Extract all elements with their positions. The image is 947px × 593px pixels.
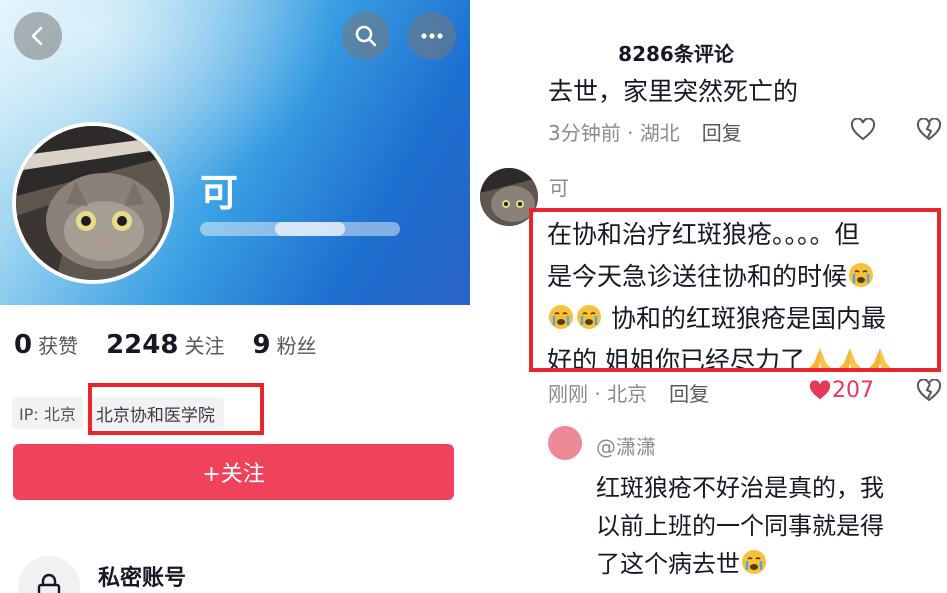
stat-likes-label: 获赞 [38,334,79,358]
stat-followers-count: 9 [252,330,271,360]
stat-following-label: 关注 [184,334,225,358]
reply-user-avatar[interactable] [548,426,582,460]
search-button[interactable] [342,12,390,60]
private-account-title: 私密账号 [98,566,187,591]
cat-avatar-image [16,126,170,280]
reply-comment-line-3: 了这个病去世 [596,550,740,578]
back-button[interactable] [14,12,62,60]
prev-comment-dislike-button[interactable] [916,117,942,146]
highlight-box-school [88,383,264,435]
more-dots-icon [421,33,443,39]
profile-name: 可 [200,171,239,215]
dislike-heart-icon [916,117,942,141]
stat-likes-count: 0 [14,330,33,360]
highlight-box-comment [529,208,941,372]
heart-icon [809,379,831,399]
dislike-heart-icon [916,378,942,402]
reply-comment-line-3-wrap: 了这个病去世 [596,545,936,583]
prev-comment-time: 3分钟前 · 湖北 [548,121,680,145]
reply-user-name[interactable]: @潇潇 [596,431,656,460]
heart-icon [850,117,876,141]
commenter-name[interactable]: 可 [549,172,569,201]
profile-stats: 0 获赞 2248 关注 9 粉丝 [14,330,345,360]
main-comment-time: 刚刚 · 北京 [548,382,648,406]
search-icon [355,25,377,47]
reply-comment-line-2: 以前上班的一个同事就是得 [596,512,884,540]
profile-avatar[interactable] [12,122,174,284]
profile-panel: 可 0 获赞 2248 关注 9 粉丝 IP: 北京 北京协和医学院 +关注 私… [0,0,470,593]
comments-count-title: 8286条评论 [618,42,734,66]
prev-comment-text: 去世，家里突然死亡的 [548,77,799,106]
crying-face-emoji [742,550,766,574]
private-account-notice: 私密账号 [14,548,470,593]
main-comment-dislike-button[interactable] [916,378,942,407]
blurred-user-id-highlight [275,222,345,236]
main-comment-like-count: 207 [832,378,874,403]
stat-likes[interactable]: 0 获赞 [14,330,78,360]
more-button[interactable] [408,12,456,60]
stat-followers[interactable]: 9 粉丝 [252,330,316,360]
prev-comment-reply-button[interactable]: 回复 [702,117,742,146]
prev-comment-meta: 3分钟前 · 湖北 回复 [548,117,742,146]
screenshot-root: 可 0 获赞 2248 关注 9 粉丝 IP: 北京 北京协和医学院 +关注 私… [0,0,947,593]
lock-icon [37,573,61,593]
lock-badge [18,556,80,593]
follow-button[interactable]: +关注 [13,444,454,500]
stat-following[interactable]: 2248 关注 [106,330,224,360]
reply-comment-text: 红斑狼疮不好治是真的，我 以前上班的一个同事就是得 了这个病去世 [596,469,936,583]
back-arrow-icon [31,26,43,46]
main-comment-reply-button[interactable]: 回复 [669,378,709,407]
main-comment-like-button[interactable]: 207 [808,378,874,403]
ip-location-tag: IP: 北京 [12,397,83,429]
prev-comment-like-button[interactable] [850,117,876,146]
main-comment-meta: 刚刚 · 北京 回复 [548,378,709,407]
reply-comment-line-1: 红斑狼疮不好治是真的，我 [596,474,884,502]
stat-followers-label: 粉丝 [276,334,317,358]
comments-panel: 8286条评论 去世，家里突然死亡的 3分钟前 · 湖北 回复 可 在协和治疗红… [476,0,947,593]
stat-following-count: 2248 [106,330,179,360]
